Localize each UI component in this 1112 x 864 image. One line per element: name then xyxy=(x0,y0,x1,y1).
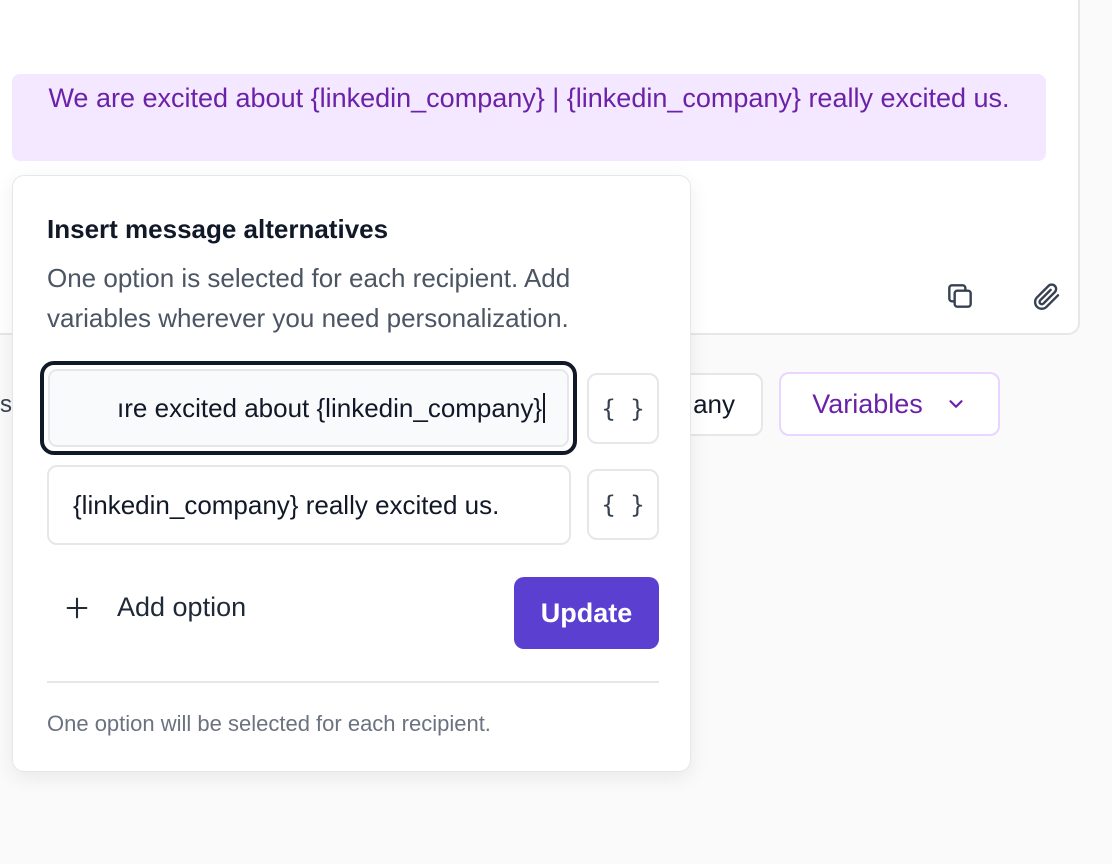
app-stage: We are excited about {linkedin_company} … xyxy=(0,0,1112,864)
copy-icon[interactable] xyxy=(942,278,978,314)
option-input-1-field[interactable]: ıre excited about {linkedin_company} xyxy=(48,369,569,447)
option-input-2-value: {linkedin_company} really excited us. xyxy=(73,489,500,520)
insert-variable-button-1[interactable]: { } xyxy=(587,373,659,444)
plus-icon xyxy=(63,594,91,622)
message-alternatives-highlight[interactable]: We are excited about {linkedin_company} … xyxy=(12,74,1046,161)
message-alternatives-popover: Insert message alternatives One option i… xyxy=(12,175,691,772)
company-chip-label: any xyxy=(693,389,735,419)
update-button[interactable]: Update xyxy=(514,577,659,649)
chip-partial-left: s xyxy=(0,391,12,418)
popover-title: Insert message alternatives xyxy=(47,214,389,244)
popover-footnote: One option will be selected for each rec… xyxy=(47,711,491,736)
paperclip-icon[interactable] xyxy=(1028,278,1064,314)
chevron-down-icon xyxy=(945,393,967,415)
variables-label: Variables xyxy=(812,388,923,419)
option-input-1[interactable]: ıre excited about {linkedin_company} xyxy=(40,361,577,455)
add-option-label: Add option xyxy=(117,592,247,622)
popover-divider xyxy=(47,681,659,683)
option-input-2[interactable]: {linkedin_company} really excited us. xyxy=(47,465,571,545)
insert-variable-button-2[interactable]: { } xyxy=(587,469,659,540)
popover-description: One option is selected for each recipien… xyxy=(47,263,571,333)
text-caret xyxy=(543,393,545,423)
option-input-1-value: ıre excited about {linkedin_company} xyxy=(117,392,542,423)
variables-dropdown-button[interactable]: Variables xyxy=(779,372,1000,436)
add-option-button[interactable]: Add option xyxy=(63,592,246,623)
